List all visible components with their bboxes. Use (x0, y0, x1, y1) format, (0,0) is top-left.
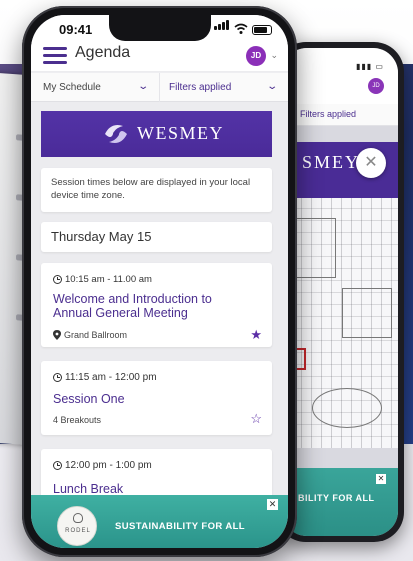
leaf-icon (73, 513, 83, 523)
session-title-link[interactable]: Session One (53, 392, 125, 406)
session-breakouts: 4 Breakouts (53, 415, 101, 425)
back-phone-ad-close-icon: ✕ (376, 474, 386, 484)
phone-frame: 09:41 Agenda JD ⌄ My Schedule ⌄ Filters … (22, 6, 297, 557)
session-location: Grand Ballroom (53, 330, 127, 340)
back-phone-ad-text: BILITY FOR ALL (298, 493, 375, 503)
clock-icon (53, 373, 62, 382)
brand-name: WESMEY (137, 123, 224, 143)
close-icon[interactable]: ✕ (267, 499, 278, 510)
status-icons (214, 20, 272, 35)
clock-icon (53, 275, 62, 284)
favorite-star-outline-icon[interactable]: ☆ (250, 411, 262, 427)
back-phone-status-icons: ▮▮▮ ▭ (356, 62, 384, 71)
sponsor-logo: RODEL (57, 506, 97, 546)
signal-icon (214, 17, 230, 35)
session-time: 11:15 am - 12:00 pm (65, 372, 157, 383)
back-phone-brand-text: SMEY (302, 152, 361, 172)
filters-applied-label: Filters applied (169, 82, 232, 93)
session-card[interactable]: 11:15 am - 12:00 pm Session One 4 Breako… (41, 361, 272, 435)
hamburger-menu-icon[interactable] (43, 46, 67, 65)
battery-icon (252, 25, 272, 35)
day-header: Thursday May 15 (41, 222, 272, 252)
floor-plan-map (292, 198, 398, 448)
brand-logo-icon (105, 125, 127, 143)
sponsor-logo-text: RODEL (65, 528, 91, 534)
session-time-row: 10:15 am - 11.00 am (53, 274, 152, 285)
agenda-list[interactable]: WESMEY Session times below are displayed… (31, 103, 288, 548)
back-phone-ad-banner: ✕ BILITY FOR ALL (282, 468, 398, 536)
chevron-down-icon[interactable]: ⌄ (270, 50, 278, 61)
session-time: 10:15 am - 11.00 am (65, 274, 152, 285)
timezone-notice-text: Session times below are displayed in you… (51, 177, 251, 201)
ad-text: SUSTAINABILITY FOR ALL (115, 521, 246, 532)
back-phone-close-icon: ✕ (356, 148, 386, 178)
status-time: 09:41 (59, 22, 93, 37)
wifi-icon (234, 23, 248, 34)
app-header: Agenda JD ⌄ (31, 41, 288, 71)
session-time-row: 11:15 am - 12:00 pm (53, 372, 157, 383)
back-phone-filters-label: Filters applied (300, 109, 357, 119)
session-time-row: 12:00 pm - 1:00 pm (53, 460, 152, 471)
back-phone-header: ▮▮▮ ▭ JD (282, 48, 398, 104)
session-location-text: Grand Ballroom (64, 330, 128, 340)
map-room (296, 218, 336, 278)
back-phone-screen: ▮▮▮ ▭ JD Filters applied SMEY ✕ ✕ BILITY… (282, 48, 398, 536)
phone-screen: 09:41 Agenda JD ⌄ My Schedule ⌄ Filters … (31, 15, 288, 548)
chevron-down-icon: ⌄ (265, 81, 278, 92)
session-card[interactable]: 10:15 am - 11.00 am Welcome and Introduc… (41, 263, 272, 347)
page-title: Agenda (75, 44, 131, 61)
clock-icon (53, 461, 62, 470)
session-time: 12:00 pm - 1:00 pm (65, 460, 152, 471)
ad-banner[interactable]: RODEL SUSTAINABILITY FOR ALL ✕ (31, 495, 288, 548)
map-room (342, 288, 392, 338)
brand-banner: WESMEY (41, 111, 272, 157)
back-phone-avatar: JD (368, 78, 384, 94)
user-avatar[interactable]: JD (246, 46, 266, 66)
session-title-link[interactable]: Welcome and Introduction to Annual Gener… (53, 292, 228, 320)
timezone-notice: Session times below are displayed in you… (41, 168, 272, 212)
session-breakouts-text: 4 Breakouts (53, 415, 102, 425)
filters-dropdown[interactable]: Filters applied ⌄ (161, 73, 288, 102)
my-schedule-label: My Schedule (43, 82, 101, 93)
back-phone-filter-bar: Filters applied (282, 104, 398, 126)
map-room (312, 388, 382, 428)
session-title-link[interactable]: Lunch Break (53, 482, 123, 496)
my-schedule-dropdown[interactable]: My Schedule ⌄ (31, 73, 160, 102)
filter-bar: My Schedule ⌄ Filters applied ⌄ (31, 72, 288, 102)
phone-notch (109, 15, 211, 41)
day-label: Thursday May 15 (51, 229, 152, 244)
chevron-down-icon: ⌄ (136, 81, 149, 92)
favorite-star-icon[interactable]: ★ (250, 327, 262, 343)
location-pin-icon (53, 330, 61, 340)
